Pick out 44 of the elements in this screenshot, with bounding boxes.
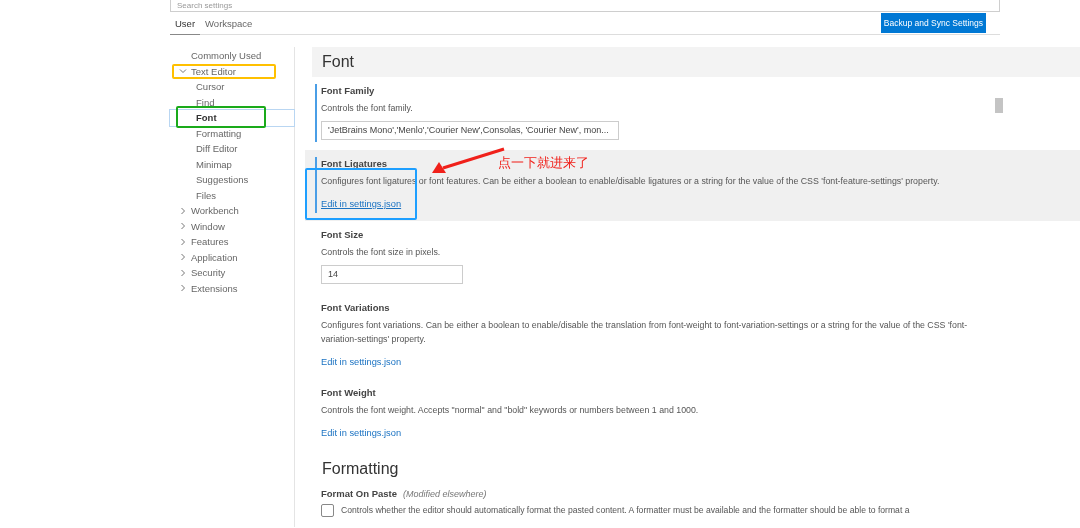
setting-description: Configures font ligatures or font features. Can be either a boolean to enable/disable ligatures or a string for the value of the CSS 'font-feature-settings' property.	[321, 175, 941, 188]
sidebar-item[interactable]: Application	[170, 249, 294, 265]
setting-title: Font Family	[321, 85, 375, 96]
sidebar-item[interactable]: Diff Editor	[170, 141, 294, 157]
edit-settings-link[interactable]: Edit in settings.json	[321, 357, 402, 367]
sidebar-item[interactable]: Font	[170, 110, 294, 126]
sidebar-item[interactable]: Files	[170, 187, 294, 203]
sidebar-item[interactable]: Extensions	[170, 280, 294, 296]
setting-description: Controls the font weight. Accepts "normal" and "bold" keywords or numbers between 1 and 1000.	[321, 404, 700, 417]
sidebar-item[interactable]: Formatting	[170, 125, 294, 141]
setting-title: Font Size	[321, 229, 364, 240]
search-field[interactable]: Search settings	[170, 0, 1000, 12]
sidebar-item[interactable]: Features	[170, 234, 294, 250]
sidebar-item[interactable]: Security	[170, 265, 294, 281]
setting-description: Configures font variations. Can be either a boolean to enable/disable the translation from font-weight to font-variation-settings or a string for the value of the CSS 'font-variation-settings' property.	[321, 319, 969, 346]
sidebar-item[interactable]: Suggestions	[170, 172, 294, 188]
sidebar-item[interactable]: Find	[170, 94, 294, 110]
setting-description: Controls the font family.	[321, 102, 414, 115]
settings-tab[interactable]: Workspace	[200, 14, 258, 35]
settings-tab[interactable]: User	[170, 14, 201, 35]
checkbox[interactable]	[321, 503, 334, 517]
number-input[interactable]: 14	[321, 265, 463, 284]
scrollbar-thumb[interactable]	[995, 98, 1003, 113]
edit-settings-link[interactable]: Edit in settings.json	[321, 428, 402, 438]
setting-description: Controls whether the editor should automatically format the pasted content. A formatter must be available and the formatter should be able to format a	[341, 504, 910, 517]
setting-title: Font Weight	[321, 387, 376, 398]
sidebar-item[interactable]: Text Editor	[170, 63, 294, 79]
setting-title: Font Variations	[321, 302, 390, 313]
section-header: Font	[312, 47, 1080, 77]
setting-description: Controls the font size in pixels.	[321, 246, 442, 259]
sidebar-item[interactable]: Minimap	[170, 156, 294, 172]
annotation-note: 点一下就进来了	[498, 154, 589, 172]
sidebar-item[interactable]: Cursor	[170, 79, 294, 95]
section-header: Formatting	[321, 459, 400, 479]
sidebar-item[interactable]: Window	[170, 218, 294, 234]
backup-sync-button[interactable]: Backup and Sync Settings	[880, 13, 986, 33]
sidebar-item[interactable]: Workbench	[170, 203, 294, 219]
modified-note: (Modified elsewhere)	[403, 489, 487, 499]
setting-title: Font Ligatures	[321, 158, 387, 169]
chevron-icon	[179, 67, 187, 76]
text-input[interactable]: 'JetBrains Mono','Menlo','Courier New',Consolas, 'Courier New', mon...	[321, 121, 619, 140]
setting-title: Format On Paste	[321, 488, 398, 499]
edit-settings-link[interactable]: Edit in settings.json	[321, 199, 402, 209]
sidebar-item[interactable]: Commonly Used	[170, 48, 294, 64]
